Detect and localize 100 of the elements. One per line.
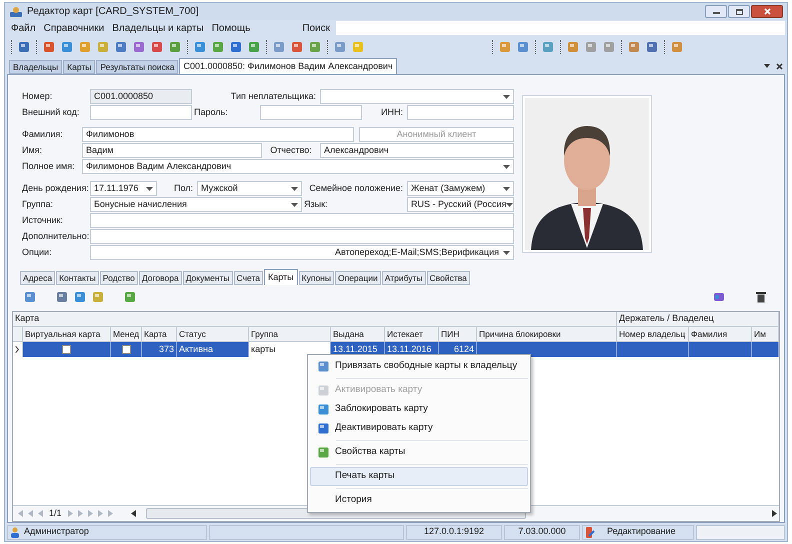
dropdown-arrow-icon[interactable] (503, 164, 510, 168)
menu-item[interactable]: Файл (7, 20, 40, 36)
column-header[interactable]: Виртуальная карта (23, 327, 111, 341)
menu-item[interactable]: История (310, 491, 528, 510)
input-field[interactable] (90, 213, 514, 228)
toolbar-button[interactable] (644, 39, 660, 55)
menu-item[interactable]: Привязать свободные карты к владельцу (310, 357, 528, 376)
dropdown-arrow-icon[interactable] (503, 186, 510, 190)
document-tab[interactable]: Карты (63, 60, 96, 74)
menu-item[interactable]: Деактивировать карту (310, 419, 528, 438)
toolbar-button[interactable] (332, 39, 348, 55)
input-field[interactable]: Вадим (82, 143, 262, 158)
dropdown-field[interactable]: Филимонов Вадим Александрович (82, 159, 514, 174)
column-header[interactable]: Карта (142, 327, 177, 341)
toolbar-button[interactable] (41, 39, 57, 55)
toolbar-button[interactable] (95, 39, 111, 55)
toolbar-button[interactable] (192, 39, 208, 55)
dropdown-field[interactable]: Мужской (197, 181, 302, 196)
tab[interactable]: Документы (182, 271, 233, 285)
tab[interactable]: Купоны (298, 271, 334, 285)
checkbox[interactable] (62, 345, 71, 354)
tab[interactable]: Контакты (56, 271, 99, 285)
toolbar-button[interactable] (228, 39, 244, 55)
toolbar-button[interactable] (54, 289, 70, 305)
toolbar-button[interactable] (59, 39, 75, 55)
dropdown-field[interactable]: Автопереход;E-Mail;SMS;Верификация (90, 245, 514, 260)
tab[interactable]: Атрибуты (382, 271, 426, 285)
maximize-button[interactable] (728, 5, 750, 18)
input-field[interactable]: Филимонов (82, 127, 354, 142)
minimize-button[interactable] (705, 5, 727, 18)
checkbox[interactable] (122, 345, 130, 354)
toolbar-button[interactable] (669, 39, 685, 55)
toolbar-button[interactable] (167, 39, 183, 55)
tab[interactable]: Счета (234, 271, 263, 285)
toolbar-button[interactable] (113, 39, 129, 55)
toolbar-button[interactable] (22, 289, 38, 305)
menu-item[interactable]: Свойства карты (310, 443, 528, 462)
menu-item[interactable]: Владельцы и карты (108, 20, 208, 36)
toolbar-button[interactable] (601, 39, 617, 55)
tab[interactable]: Родство (100, 271, 138, 285)
search-field[interactable] (336, 21, 785, 35)
dropdown-field[interactable]: 17.11.1976 (90, 181, 157, 196)
toolbar-button[interactable] (540, 39, 556, 55)
tab[interactable]: Карты (264, 269, 298, 285)
close-button[interactable] (751, 5, 783, 18)
toolbar-button[interactable] (246, 39, 262, 55)
tab[interactable]: Договора (138, 271, 182, 285)
dropdown-arrow-icon[interactable] (291, 186, 298, 190)
dropdown-field[interactable] (320, 89, 514, 104)
dropdown-arrow-icon[interactable] (506, 202, 513, 206)
table-row[interactable]: 373 Активна карты 13.11.2015 13.11.2016 6124 (13, 342, 779, 357)
column-header[interactable]: Причина блокировки (477, 327, 617, 341)
toolbar-button[interactable] (210, 39, 226, 55)
toolbar-button[interactable] (565, 39, 581, 55)
column-header[interactable]: Номер владельц (617, 327, 689, 341)
toolbar-button[interactable] (271, 39, 287, 55)
input-field[interactable] (90, 105, 192, 120)
column-header[interactable]: Им (752, 327, 779, 341)
toolbar-button[interactable] (583, 39, 599, 55)
column-header[interactable]: Выдана (331, 327, 385, 341)
tab[interactable]: Свойства (426, 271, 470, 285)
dropdown-field[interactable]: RUS - Русский (Россия (407, 197, 514, 212)
column-header[interactable]: Группа (249, 327, 331, 341)
document-tab[interactable]: Результаты поиска (96, 60, 178, 74)
document-tab[interactable]: Владельцы (9, 60, 62, 74)
input-field[interactable] (90, 229, 514, 244)
column-header[interactable]: Истекает (385, 327, 439, 341)
toolbar-button[interactable] (149, 39, 165, 55)
toolbar-button[interactable] (122, 289, 138, 305)
scroll-left-icon[interactable] (130, 510, 136, 517)
toolbar-button[interactable] (497, 39, 513, 55)
menu-item[interactable]: Печать карты (310, 467, 528, 486)
menu-item[interactable]: Заблокировать карту (310, 400, 528, 419)
input-field[interactable] (407, 105, 514, 120)
dropdown-arrow-icon[interactable] (764, 64, 770, 68)
toolbar-button[interactable] (515, 39, 531, 55)
table-cell-editor[interactable]: карты (249, 342, 330, 357)
dropdown-arrow-icon[interactable] (146, 186, 153, 190)
toolbar-button[interactable] (626, 39, 642, 55)
toolbar-button[interactable] (307, 39, 323, 55)
tab[interactable]: Операции (334, 271, 381, 285)
dropdown-arrow-icon[interactable] (291, 202, 298, 206)
toolbar-button[interactable] (77, 39, 93, 55)
toolbar-button[interactable] (72, 289, 88, 305)
input-field[interactable]: C001.0000850 (90, 89, 192, 104)
column-header[interactable]: Менед (111, 327, 142, 341)
dropdown-arrow-icon[interactable] (503, 94, 510, 98)
document-tab[interactable]: C001.0000850: Филимонов Вадим Александрович (179, 58, 397, 74)
column-header[interactable]: Статус (177, 327, 249, 341)
toolbar-button[interactable] (289, 39, 305, 55)
toolbar-button[interactable] (131, 39, 147, 55)
trash-icon[interactable] (756, 291, 766, 303)
column-header[interactable]: ПИН (439, 327, 477, 341)
toolbar-button[interactable] (90, 289, 106, 305)
toolbar-button[interactable] (16, 39, 32, 55)
menu-item[interactable]: Помощь (208, 20, 254, 36)
cards-icon[interactable] (712, 291, 726, 303)
tab[interactable]: Адреса (20, 271, 56, 285)
column-header[interactable]: Фамилия (689, 327, 752, 341)
input-field[interactable]: Александрович (320, 143, 514, 158)
